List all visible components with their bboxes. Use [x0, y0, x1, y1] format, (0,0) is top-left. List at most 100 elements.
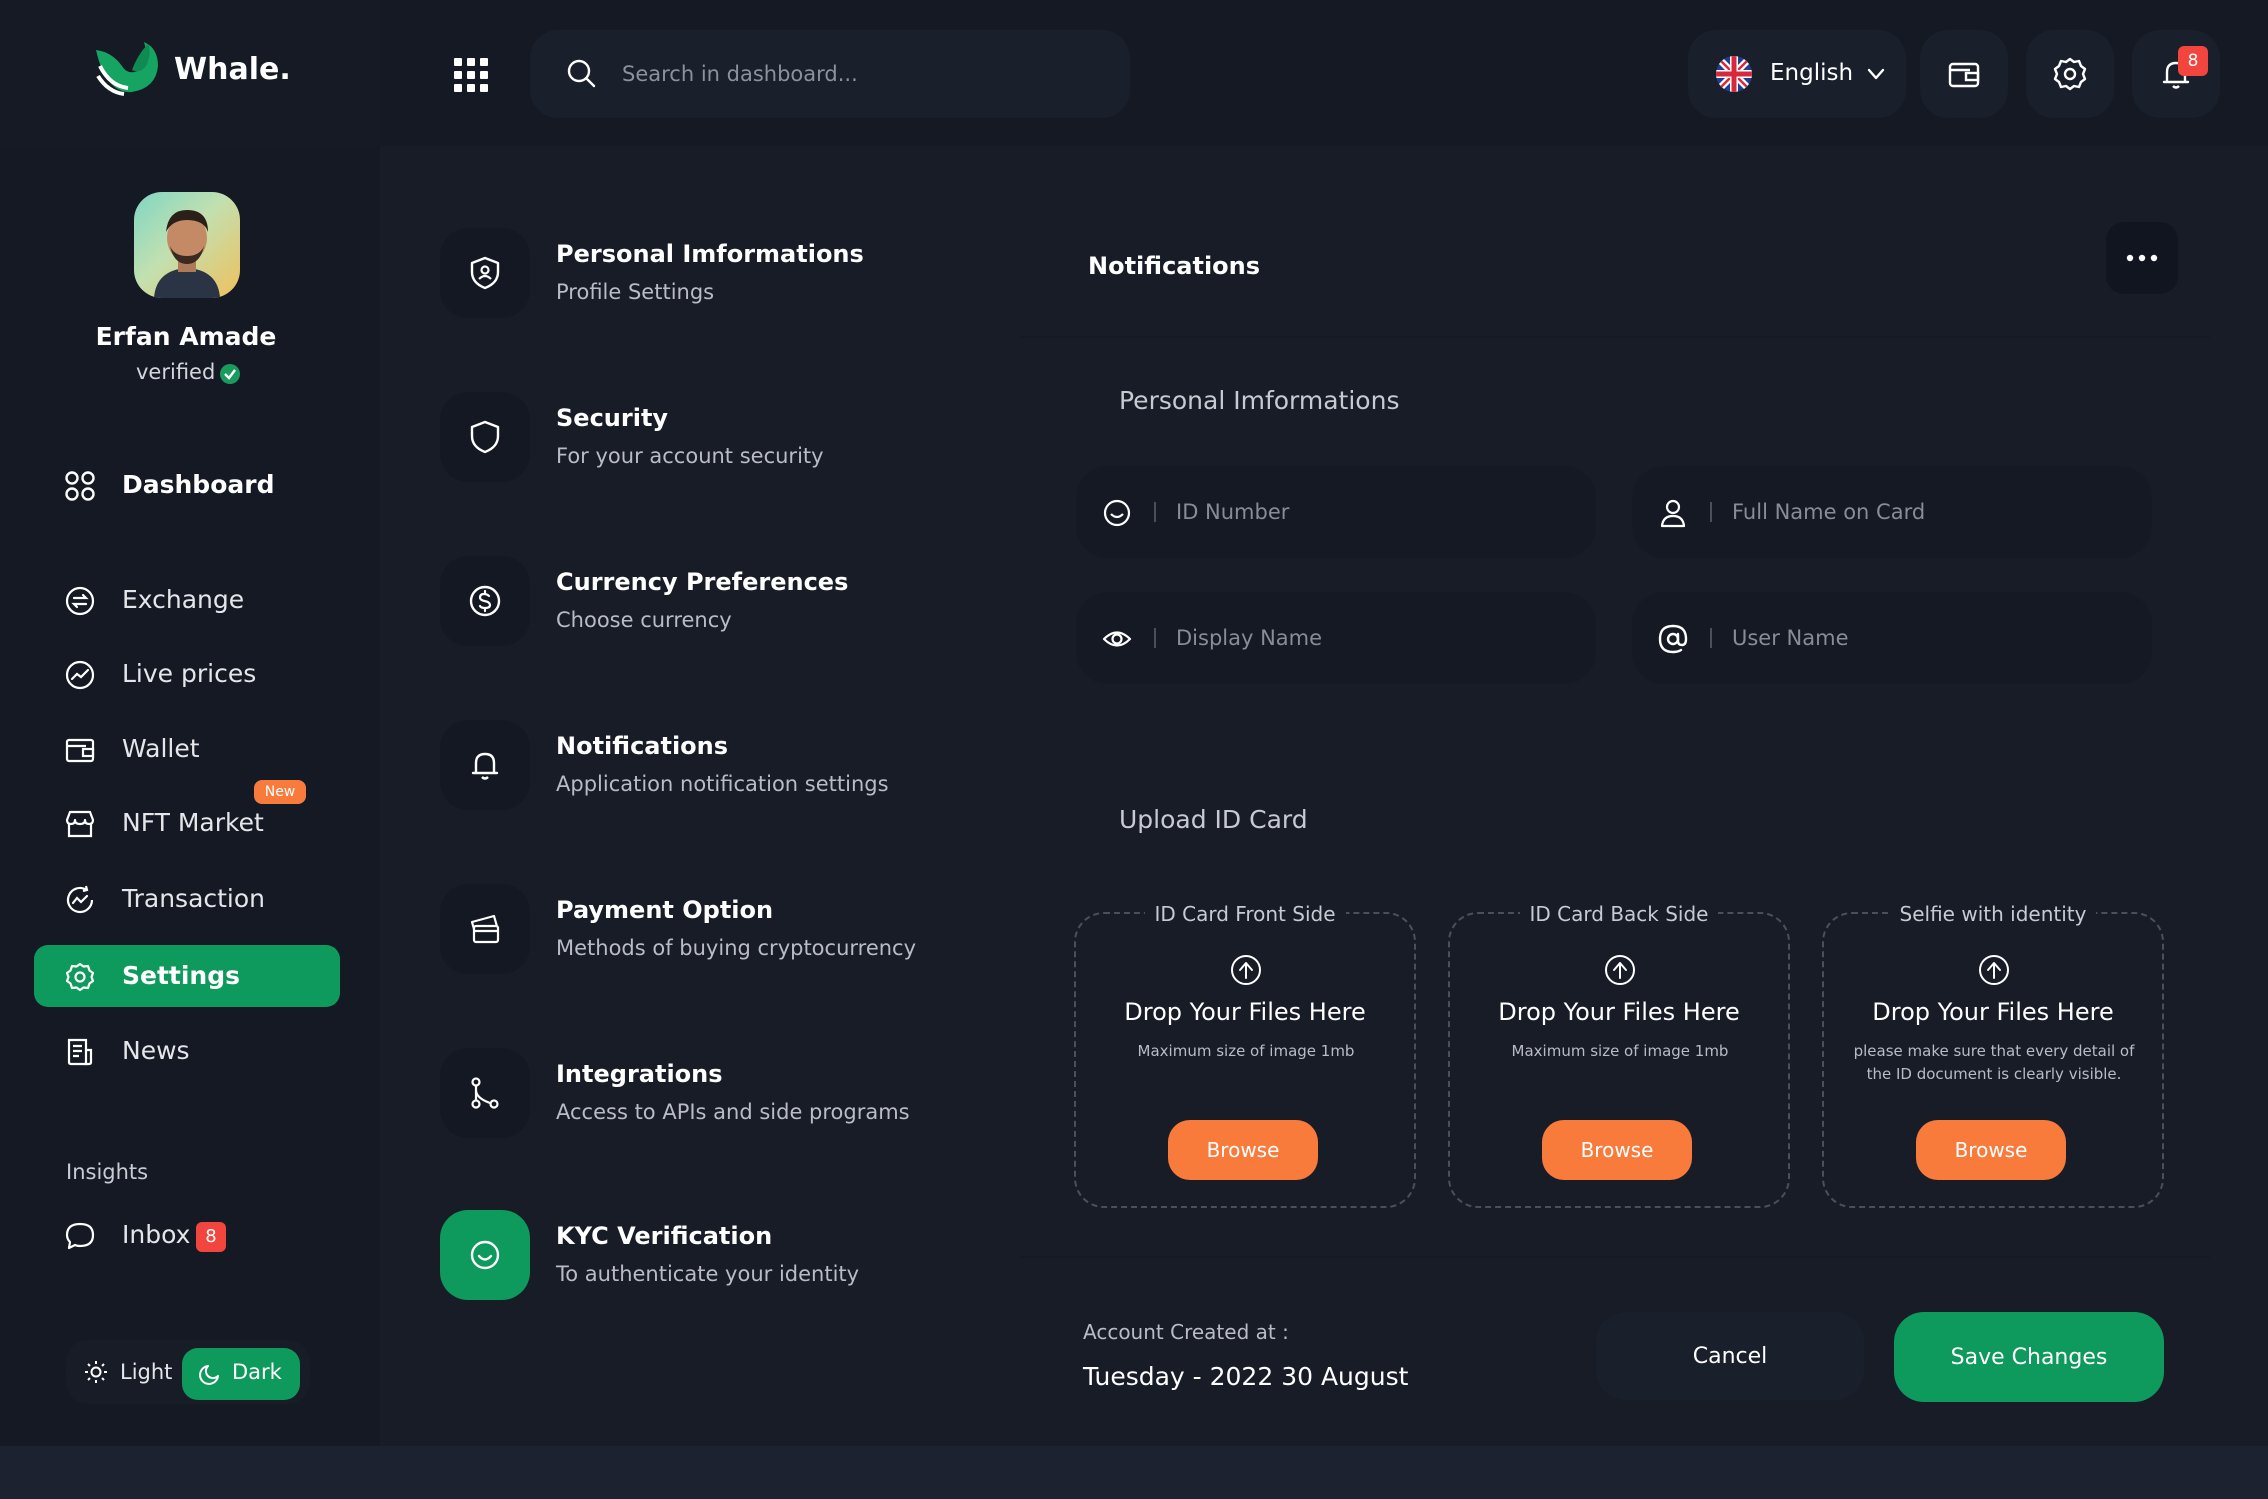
- browse-button[interactable]: Browse: [1542, 1120, 1692, 1180]
- sidebar-item-exchange[interactable]: Exchange: [34, 569, 340, 631]
- id-number-field: [1076, 466, 1596, 558]
- upload-note: Maximum size of image 1mb: [1511, 1042, 1729, 1060]
- light-mode-option[interactable]: Light: [120, 1360, 172, 1384]
- settings-item-subtitle: Choose currency: [556, 608, 732, 632]
- sidebar-item-label: Dashboard: [122, 470, 275, 499]
- settings-item-title: Notifications: [556, 732, 729, 760]
- upload-zone-title: Selfie with identity: [1889, 902, 2097, 926]
- sidebar-item-live-prices[interactable]: Live prices: [34, 643, 340, 705]
- personal-info-heading: Personal Imformations: [1119, 386, 1400, 415]
- chat-bubble-icon: [65, 1222, 95, 1250]
- settings-item-integrations[interactable]: Integrations Access to APIs and side pro…: [440, 1048, 1000, 1158]
- account-created-label: Account Created at :: [1083, 1320, 1289, 1344]
- settings-item-currency[interactable]: Currency Preferences Choose currency: [440, 556, 1000, 666]
- theme-toggle: Light Dark: [66, 1340, 310, 1404]
- language-selector[interactable]: English: [1688, 30, 1906, 118]
- search-input[interactable]: [622, 30, 1102, 118]
- sidebar-item-label: Wallet: [122, 734, 200, 763]
- divider: [1020, 336, 2210, 338]
- user-name-input[interactable]: [1732, 592, 2132, 684]
- sidebar-item-label: Live prices: [122, 659, 257, 688]
- settings-item-title: Payment Option: [556, 896, 774, 924]
- sidebar-item-settings[interactable]: Settings: [34, 945, 340, 1007]
- settings-item-icon-wrap: [440, 884, 530, 974]
- cancel-button[interactable]: Cancel: [1596, 1312, 1864, 1400]
- verified-check-icon: [220, 364, 240, 384]
- apps-grid-icon[interactable]: [454, 58, 488, 92]
- sidebar-item-label: Inbox: [122, 1220, 191, 1249]
- cloud-upload-icon: [1231, 955, 1261, 985]
- settings-item-subtitle: To authenticate your identity: [556, 1262, 860, 1286]
- wallet-button[interactable]: [1920, 30, 2008, 118]
- gear-icon: [2053, 57, 2087, 91]
- browse-button[interactable]: Browse: [1168, 1120, 1318, 1180]
- panel-title: Notifications: [1088, 252, 1261, 280]
- dark-mode-label: Dark: [232, 1360, 282, 1384]
- settings-item-icon-wrap: [440, 720, 530, 810]
- divider: [1020, 1256, 2210, 1258]
- gear-icon: [65, 962, 95, 992]
- settings-item-icon-wrap: [440, 1210, 530, 1300]
- upload-zone-title: ID Card Back Side: [1519, 902, 1719, 926]
- branch-icon: [471, 1077, 499, 1109]
- sidebar-item-label: Exchange: [122, 585, 245, 614]
- sun-icon[interactable]: [84, 1360, 108, 1384]
- wallet-icon: [1948, 62, 1980, 88]
- settings-button[interactable]: [2026, 30, 2114, 118]
- user-icon: [1660, 499, 1686, 528]
- settings-item-icon-wrap: [440, 228, 530, 318]
- settings-item-icon-wrap: [440, 556, 530, 646]
- settings-item-title: Currency Preferences: [556, 568, 849, 596]
- more-options-button[interactable]: [2106, 222, 2178, 294]
- settings-item-subtitle: Access to APIs and side programs: [556, 1100, 910, 1124]
- settings-item-subtitle: Profile Settings: [556, 280, 715, 304]
- settings-item-personal[interactable]: Personal Imformations Profile Settings: [440, 228, 1000, 338]
- upload-note: please make sure that every detail of th…: [1853, 1042, 2135, 1083]
- upload-zone-back[interactable]: ID Card Back Side Drop Your Files Here M…: [1448, 902, 1790, 1208]
- dark-mode-option[interactable]: Dark: [182, 1348, 300, 1400]
- whale-logo-icon: [96, 42, 158, 96]
- settings-item-notifications[interactable]: Notifications Application notification s…: [440, 720, 1000, 830]
- settings-item-title: KYC Verification: [556, 1222, 773, 1250]
- full-name-input[interactable]: [1732, 466, 2132, 558]
- wallet-icon: [65, 738, 95, 763]
- sidebar-item-dashboard[interactable]: Dashboard: [34, 454, 340, 516]
- settings-item-subtitle: For your account security: [556, 444, 824, 468]
- settings-item-kyc[interactable]: KYC Verification To authenticate your id…: [440, 1210, 1000, 1320]
- display-name-input[interactable]: [1176, 592, 1576, 684]
- dollar-circle-icon: [469, 585, 501, 617]
- sidebar-item-label: Settings: [122, 961, 241, 990]
- settings-item-payment[interactable]: Payment Option Methods of buying cryptoc…: [440, 884, 1000, 994]
- new-badge: New: [254, 780, 306, 804]
- cloud-upload-icon: [1605, 955, 1635, 985]
- moon-icon: [199, 1365, 219, 1385]
- search-icon: [567, 59, 596, 88]
- avatar[interactable]: [134, 192, 240, 298]
- upload-zone-selfie[interactable]: Selfie with identity Drop Your Files Her…: [1822, 902, 2164, 1208]
- sidebar-item-label: Transaction: [122, 884, 266, 913]
- upload-zone-front[interactable]: ID Card Front Side Drop Your Files Here …: [1074, 902, 1416, 1208]
- sidebar-item-transaction[interactable]: Transaction: [34, 868, 340, 930]
- upload-drop-text: Drop Your Files Here: [1498, 998, 1740, 1026]
- sidebar-item-news[interactable]: News: [34, 1020, 340, 1082]
- sidebar-item-wallet[interactable]: Wallet: [34, 718, 340, 780]
- app-name: Whale.: [174, 52, 291, 87]
- smile-icon: [470, 1240, 500, 1270]
- user-name-field: [1632, 592, 2152, 684]
- id-number-input[interactable]: [1176, 466, 1576, 558]
- chevron-down-icon: [1867, 68, 1885, 80]
- sidebar-item-label: News: [122, 1036, 190, 1065]
- upload-drop-text: Drop Your Files Here: [1124, 998, 1366, 1026]
- upload-id-heading: Upload ID Card: [1119, 805, 1308, 834]
- settings-item-security[interactable]: Security For your account security: [440, 392, 1000, 502]
- settings-item-title: Security: [556, 404, 669, 432]
- card-icon: [470, 914, 500, 944]
- sidebar-item-label: NFT Market: [122, 808, 264, 837]
- sidebar-item-inbox[interactable]: Inbox 8: [34, 1204, 340, 1266]
- search-bar: [530, 30, 1130, 118]
- exchange-icon: [65, 586, 95, 616]
- save-changes-button[interactable]: Save Changes: [1894, 1312, 2164, 1402]
- browse-button[interactable]: Browse: [1916, 1120, 2066, 1180]
- notifications-button[interactable]: 8: [2132, 30, 2220, 118]
- settings-item-subtitle: Application notification settings: [556, 772, 889, 796]
